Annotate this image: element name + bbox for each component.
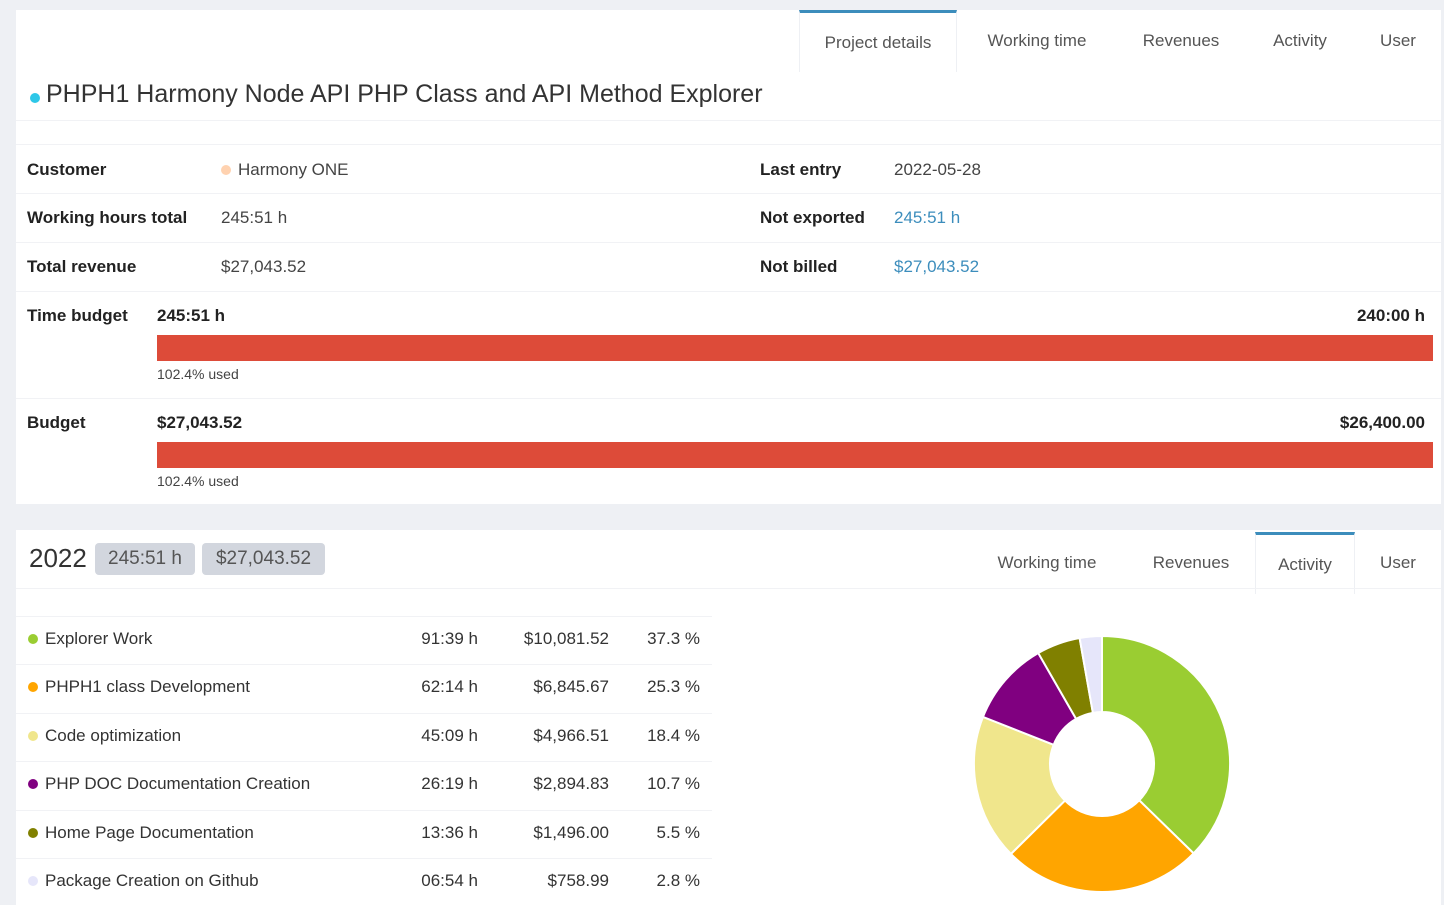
tab-project-details[interactable]: Project details xyxy=(799,10,957,72)
divider xyxy=(16,144,1441,145)
activity-hours: 45:09 h xyxy=(421,725,478,745)
hours-badge: 245:51 h xyxy=(95,543,195,575)
activity-row: Package Creation on Github 06:54 h $758.99… xyxy=(16,858,712,905)
activity-revenue: $1,496.00 xyxy=(533,822,609,842)
tab-activity[interactable]: Activity xyxy=(1255,532,1355,594)
tab-user[interactable]: User xyxy=(1355,10,1441,72)
total-revenue-value: $27,043.52 xyxy=(221,257,307,276)
activity-revenue: $2,894.83 xyxy=(533,774,609,794)
activity-label: PHPH1 class Development xyxy=(45,677,251,697)
tab-activity[interactable]: Activity xyxy=(1245,10,1355,72)
year-title: 2022 xyxy=(29,543,87,573)
not-exported-link[interactable]: 245:51 h xyxy=(894,208,960,228)
tab-revenues[interactable]: Revenues xyxy=(1117,10,1245,72)
activity-color-dot xyxy=(28,634,38,644)
customer-name[interactable]: Harmony ONE xyxy=(238,160,349,180)
budget-label: Budget xyxy=(27,413,86,432)
activity-name: PHP DOC Documentation Creation xyxy=(28,774,310,794)
activity-label: Explorer Work xyxy=(45,629,153,648)
activity-row: Home Page Documentation 13:36 h $1,496.00 5… xyxy=(16,809,712,858)
yearly-activity-card: 2022 245:51 h $27,043.52 Working time Re… xyxy=(16,530,1441,905)
budget-percent: 102.4% used xyxy=(157,473,239,489)
customer-label: Customer xyxy=(27,160,107,179)
activity-label: Home Page Documentation xyxy=(45,822,254,842)
activity-row: PHPH1 class Development 62:14 h $6,845.67 2… xyxy=(16,664,712,712)
activity-percent: 10.7 % xyxy=(647,774,700,794)
activity-name: Code optimization xyxy=(28,726,181,746)
yearly-tabs: Working time Revenues Activity User xyxy=(967,532,1441,594)
activity-donut-chart xyxy=(973,634,1231,893)
budget-total: $26,400.00 xyxy=(1339,413,1425,432)
activity-label: Code optimization xyxy=(45,725,182,745)
activity-color-dot xyxy=(28,730,38,741)
divider xyxy=(16,242,1441,243)
activity-hours: 26:19 h xyxy=(421,774,478,794)
activity-row: Code optimization 45:09 h $4,966.51 18.4 % xyxy=(16,712,712,761)
activity-revenue: $6,845.67 xyxy=(533,677,609,697)
tab-working-time[interactable]: Working time xyxy=(967,532,1127,594)
activity-percent: 18.4 % xyxy=(647,725,700,745)
time-budget-progress-bar xyxy=(157,335,1433,361)
time-budget-total: 240:00 h xyxy=(1356,306,1425,325)
time-budget-percent: 102.4% used xyxy=(157,366,239,382)
activity-hours: 13:36 h xyxy=(421,822,478,842)
project-title: PHPH1 Harmony Node API PHP Class and API… xyxy=(30,80,763,109)
activity-name: PHPH1 class Development xyxy=(28,677,250,697)
working-hours-label: Working hours total xyxy=(27,208,188,227)
not-exported-label: Not exported xyxy=(760,208,865,227)
budget-progress-bar xyxy=(157,442,1433,468)
activity-color-dot xyxy=(28,876,38,886)
divider xyxy=(16,588,1441,589)
divider xyxy=(16,120,1441,121)
activity-hours: 91:39 h xyxy=(421,629,478,648)
activity-percent: 5.5 % xyxy=(656,822,700,842)
tab-working-time[interactable]: Working time xyxy=(957,10,1117,72)
customer-color-dot xyxy=(221,165,231,175)
not-billed-link[interactable]: $27,043.52 xyxy=(894,257,979,277)
activity-revenue: $10,081.52 xyxy=(523,629,609,648)
activity-row: Explorer Work 91:39 h $10,081.52 37.3 % xyxy=(16,616,712,664)
activity-row: PHP DOC Documentation Creation 26:19 h $2,… xyxy=(16,761,712,809)
project-details-card: Project details Working time Revenues Ac… xyxy=(16,10,1441,504)
project-color-dot xyxy=(30,92,40,103)
project-title-text: PHPH1 Harmony Node API PHP Class and API… xyxy=(46,80,763,108)
activity-name: Explorer Work xyxy=(28,629,152,649)
project-tabs: Project details Working time Revenues Ac… xyxy=(799,10,1441,72)
tab-revenues[interactable]: Revenues xyxy=(1127,532,1255,594)
revenue-badge: $27,043.52 xyxy=(202,543,325,575)
activity-percent: 37.3 % xyxy=(647,629,700,648)
activity-revenue: $758.99 xyxy=(547,871,609,890)
divider xyxy=(16,193,1441,194)
total-revenue-label: Total revenue xyxy=(27,257,137,276)
tab-user[interactable]: User xyxy=(1355,532,1441,594)
activity-percent: 2.8 % xyxy=(656,871,700,890)
budget-used: $27,043.52 xyxy=(157,413,243,432)
activity-color-dot xyxy=(28,779,38,790)
divider xyxy=(16,398,1441,399)
activity-name: Home Page Documentation xyxy=(28,823,254,843)
activity-name: Package Creation on Github xyxy=(28,871,259,891)
time-budget-label: Time budget xyxy=(27,306,128,325)
last-entry-label: Last entry xyxy=(760,160,842,179)
last-entry-value: 2022-05-28 xyxy=(894,160,981,179)
activity-label: PHP DOC Documentation Creation xyxy=(45,774,311,794)
activity-hours: 62:14 h xyxy=(421,677,478,697)
working-hours-value: 245:51 h xyxy=(221,208,288,227)
activity-revenue: $4,966.51 xyxy=(533,725,609,745)
not-billed-label: Not billed xyxy=(760,257,838,276)
customer-value[interactable]: Harmony ONE xyxy=(221,160,349,180)
activity-color-dot xyxy=(28,682,38,693)
activity-percent: 25.3 % xyxy=(647,677,700,697)
activity-color-dot xyxy=(28,827,38,838)
time-budget-used: 245:51 h xyxy=(157,306,226,325)
divider xyxy=(16,291,1441,292)
activity-label: Package Creation on Github xyxy=(45,871,259,890)
activity-hours: 06:54 h xyxy=(421,871,478,890)
